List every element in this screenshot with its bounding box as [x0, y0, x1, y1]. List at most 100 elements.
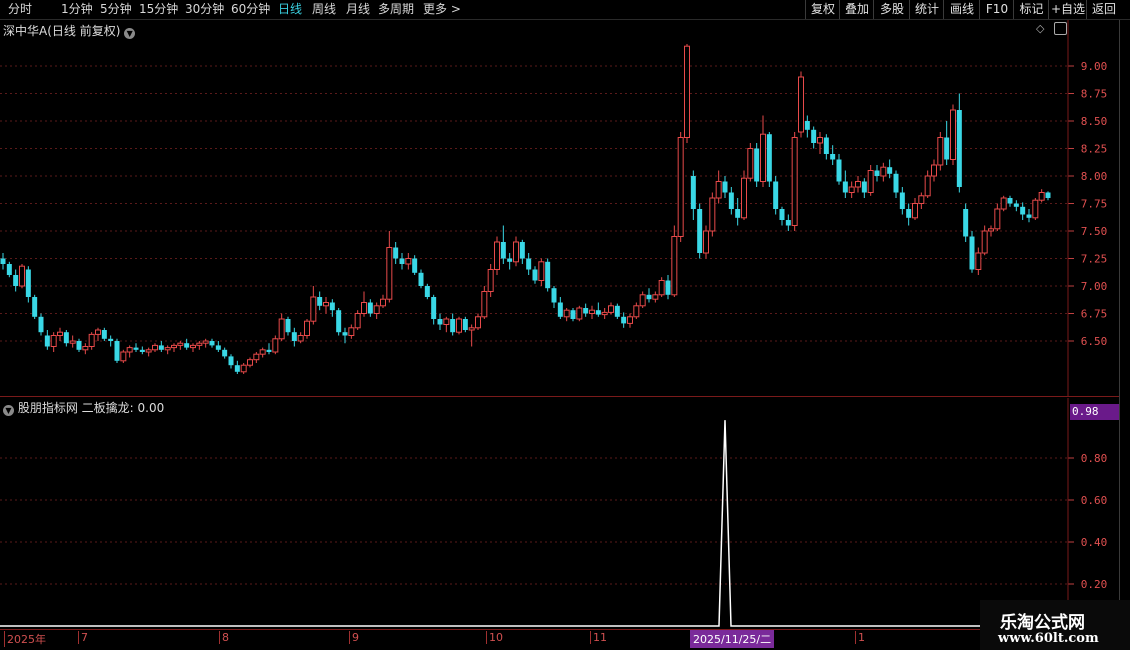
candle-body: [880, 166, 887, 177]
period-tab-3[interactable]: 15分钟: [139, 1, 178, 18]
candle-body: [234, 365, 240, 372]
period-tab-1[interactable]: 1分钟: [61, 1, 93, 18]
candle: [240, 363, 247, 374]
toolbar-button-4[interactable]: 画线: [943, 0, 980, 19]
period-tab-9[interactable]: 多周期: [378, 1, 414, 18]
date-label: 10: [486, 631, 503, 644]
toolbar-button-1[interactable]: 叠加: [839, 0, 874, 19]
period-tab-6[interactable]: 日线: [278, 1, 302, 18]
candle: [209, 338, 215, 348]
toolbar-button-5[interactable]: F10: [979, 0, 1014, 19]
toolbar-button-0[interactable]: 复权: [805, 0, 840, 19]
candle-body: [196, 342, 203, 346]
candle-body: [614, 305, 620, 317]
candle-body: [906, 209, 912, 218]
candle-body: [735, 209, 741, 218]
candle-body: [177, 342, 184, 346]
price-tick-label: 9.00: [1081, 60, 1108, 73]
candle: [677, 132, 684, 242]
candle-body: [171, 344, 177, 349]
candle-body: [684, 45, 690, 139]
main-pane-title-row: 深中华A(日线 前复权) ▼: [3, 22, 136, 39]
candle: [272, 335, 279, 355]
candle: [804, 115, 810, 138]
candle: [487, 264, 494, 297]
candle: [627, 313, 633, 328]
candle-body: [791, 137, 798, 226]
sub-dropdown-icon[interactable]: ▼: [3, 405, 14, 416]
candle-body: [1045, 192, 1051, 198]
candle: [1045, 191, 1051, 201]
candle: [145, 347, 152, 357]
candle-body: [709, 197, 716, 232]
price-tick-label: 7.75: [1081, 198, 1108, 211]
toolbar-button-6[interactable]: 标记: [1013, 0, 1049, 19]
candle: [570, 308, 576, 322]
candle: [373, 302, 380, 319]
candlestick-chart[interactable]: 9.00 8.75 8.50 8.25 8.00 7.75 7.50 7.25 7.00 6.75…: [0, 20, 1119, 396]
toolbar-button-7[interactable]: +自选: [1048, 0, 1087, 19]
toolbar-button-3[interactable]: 统计: [909, 0, 944, 19]
period-tab-10[interactable]: 更多 >: [423, 1, 461, 18]
right-side-panel[interactable]: [1119, 20, 1130, 630]
candle: [988, 225, 994, 237]
title-dropdown-icon[interactable]: ▼: [124, 28, 136, 39]
candle: [665, 275, 671, 300]
candle: [785, 214, 791, 231]
price-tick-label: 8.50: [1081, 115, 1108, 128]
diamond-icon[interactable]: ◇: [1036, 22, 1044, 35]
toolbar-button-2[interactable]: 多股: [873, 0, 910, 19]
toolbar-button-8[interactable]: 返回: [1086, 0, 1121, 19]
candle-body: [228, 356, 234, 366]
candle: [1013, 200, 1019, 212]
candle: [393, 242, 399, 264]
candle-body: [532, 269, 538, 281]
candle: [44, 330, 50, 350]
candle: [361, 291, 367, 317]
candle: [69, 335, 76, 348]
candle-body: [830, 154, 836, 160]
candle: [741, 170, 747, 220]
candle: [456, 316, 462, 335]
candle: [646, 288, 652, 303]
candle: [1020, 202, 1026, 220]
candle: [19, 264, 25, 289]
candle-body: [924, 175, 931, 197]
candle-body: [354, 313, 361, 329]
window-toggle-icon[interactable]: [1054, 22, 1067, 35]
sub-tick-label: 0.80: [1081, 452, 1108, 465]
period-tab-4[interactable]: 30分钟: [185, 1, 224, 18]
period-tab-8[interactable]: 月线: [346, 1, 370, 18]
candle-body: [25, 269, 31, 297]
candle-body: [728, 192, 734, 209]
candle: [621, 312, 627, 328]
candle: [715, 170, 722, 204]
pane-divider[interactable]: [0, 396, 1119, 397]
candle-body: [994, 208, 1001, 230]
candle-body: [240, 364, 247, 373]
candle: [975, 247, 982, 275]
candle: [684, 44, 690, 143]
candle-body: [209, 341, 215, 346]
candle-body: [82, 346, 89, 351]
candle-body: [386, 247, 393, 300]
candle-body: [988, 228, 994, 232]
period-tab-5[interactable]: 60分钟: [231, 1, 270, 18]
candle: [861, 178, 867, 198]
sub-pane-title: 股朋指标网 二板擒龙: 0.00: [17, 401, 165, 415]
candle: [164, 345, 171, 355]
period-tab-0[interactable]: 分时: [8, 1, 32, 18]
candle-body: [222, 349, 228, 357]
candle: [184, 338, 190, 350]
price-tick-label: 7.50: [1081, 225, 1108, 238]
candle: [791, 132, 798, 231]
candle-body: [88, 333, 95, 347]
candle-body: [63, 332, 69, 344]
indicator-chart[interactable]: 0.80 0.60 0.40 0.20: [0, 398, 1119, 628]
period-tab-2[interactable]: 5分钟: [100, 1, 132, 18]
candle-body: [145, 349, 152, 353]
candle: [101, 327, 107, 341]
candle-body: [418, 272, 424, 286]
date-label: 2025年: [4, 631, 46, 647]
period-tab-7[interactable]: 周线: [312, 1, 336, 18]
